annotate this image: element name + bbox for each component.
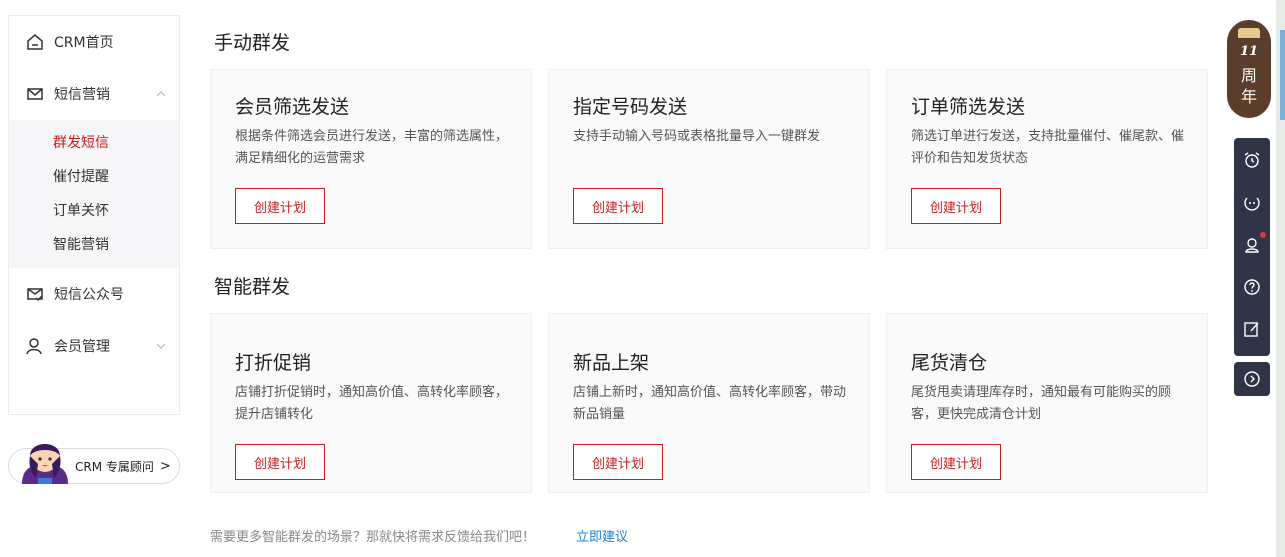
create-plan-button[interactable]: 创建计划 <box>235 188 325 224</box>
anniversary-badge[interactable]: 11 周 年 <box>1227 20 1271 118</box>
card-title: 打折促销 <box>235 352 312 374</box>
alarm-icon[interactable] <box>1242 150 1262 170</box>
anniversary-number: 11 <box>1239 44 1259 59</box>
notification-dot <box>1260 232 1266 238</box>
submenu-item-order-care[interactable]: 订单关怀 <box>53 200 109 222</box>
card-description: 店铺打折促销时，通知高价值、高转化率顾客，提升店铺转化 <box>235 385 509 422</box>
sms-submenu: 群发短信 催付提醒 订单关怀 智能营销 <box>9 120 179 268</box>
card-clearance: 尾货清仓 尾货甩卖请理库存时，通知最有可能购买的顾客，更快完成清仓计划 创建计划 <box>886 313 1208 493</box>
support-icon[interactable] <box>1242 235 1262 255</box>
create-plan-button[interactable]: 创建计划 <box>235 444 325 480</box>
sidebar-item-label: CRM首页 <box>54 35 114 51</box>
card-new-arrivals: 新品上架 店铺上新时，通知高价值、高转化率顾客，带动新品销量 创建计划 <box>548 313 870 493</box>
card-title: 指定号码发送 <box>573 96 688 118</box>
home-icon <box>25 32 45 52</box>
edit-icon[interactable] <box>1242 319 1262 339</box>
sidebar-item-label: 短信公众号 <box>54 287 124 303</box>
help-icon[interactable] <box>1242 277 1262 297</box>
card-title: 订单筛选发送 <box>911 96 1026 118</box>
card-description: 支持手动输入号码或表格批量导入一键群发 <box>573 129 821 144</box>
sidebar-item-crm-home[interactable]: CRM首页 <box>9 22 179 62</box>
cake-icon <box>1238 28 1260 38</box>
mail-icon <box>25 84 45 104</box>
suggest-now-link[interactable]: 立即建议 <box>576 526 628 545</box>
sidebar-item-label: 短信营销 <box>54 87 110 103</box>
user-icon <box>25 336 45 356</box>
mail-check-icon <box>25 284 45 304</box>
section-title-smart: 智能群发 <box>214 276 291 298</box>
create-plan-button[interactable]: 创建计划 <box>573 188 663 224</box>
sidebar: CRM首页 短信营销 群发短信 催付提醒 订单关怀 智能营销 短信公众号 会员管… <box>8 15 180 415</box>
chevron-down-icon <box>156 343 166 349</box>
advisor-avatar <box>22 444 68 484</box>
card-title: 会员筛选发送 <box>235 96 350 118</box>
card-description: 根据条件筛选会员进行发送，丰富的筛选属性，满足精细化的运营需求 <box>235 129 509 166</box>
expand-icon[interactable] <box>1234 362 1270 396</box>
face-icon[interactable] <box>1242 193 1262 213</box>
card-title: 尾货清仓 <box>911 352 988 374</box>
window-edge-accent <box>1280 30 1285 120</box>
chevron-right-icon: > <box>159 458 171 474</box>
create-plan-button[interactable]: 创建计划 <box>911 444 1001 480</box>
anniversary-char: 年 <box>1240 87 1257 106</box>
card-description: 筛选订单进行发送，支持批量催付、催尾款、催评价和告知发货状态 <box>911 129 1185 166</box>
section-title-manual: 手动群发 <box>214 32 291 54</box>
card-order-filter-send: 订单筛选发送 筛选订单进行发送，支持批量催付、催尾款、催评价和告知发货状态 创建… <box>886 69 1208 249</box>
submenu-item-smart-marketing[interactable]: 智能营销 <box>53 234 109 256</box>
floating-toolbar <box>1234 138 1270 356</box>
create-plan-button[interactable]: 创建计划 <box>911 188 1001 224</box>
submenu-item-mass-sms[interactable]: 群发短信 <box>53 132 109 154</box>
submenu-item-payment-reminder[interactable]: 催付提醒 <box>53 166 109 188</box>
advisor-label: CRM 专属顾问 <box>75 459 154 474</box>
card-title: 新品上架 <box>573 352 650 374</box>
card-discount-promotion: 打折促销 店铺打折促销时，通知高价值、高转化率顾客，提升店铺转化 创建计划 <box>210 313 532 493</box>
sidebar-item-sms-official[interactable]: 短信公众号 <box>9 274 179 314</box>
sidebar-item-label: 会员管理 <box>54 339 110 355</box>
sidebar-item-member-mgmt[interactable]: 会员管理 <box>9 326 179 366</box>
feedback-prompt: 需要更多智能群发的场景？那就快将需求反馈给我们吧！ <box>210 530 536 545</box>
card-description: 店铺上新时，通知高价值、高转化率顾客，带动新品销量 <box>573 385 847 422</box>
card-description: 尾货甩卖请理库存时，通知最有可能购买的顾客，更快完成清仓计划 <box>911 385 1172 422</box>
chevron-up-icon <box>156 91 166 97</box>
create-plan-button[interactable]: 创建计划 <box>573 444 663 480</box>
card-specified-number-send: 指定号码发送 支持手动输入号码或表格批量导入一键群发 创建计划 <box>548 69 870 249</box>
sidebar-item-sms-marketing[interactable]: 短信营销 <box>9 74 179 114</box>
card-member-filter-send: 会员筛选发送 根据条件筛选会员进行发送，丰富的筛选属性，满足精细化的运营需求 创… <box>210 69 532 249</box>
